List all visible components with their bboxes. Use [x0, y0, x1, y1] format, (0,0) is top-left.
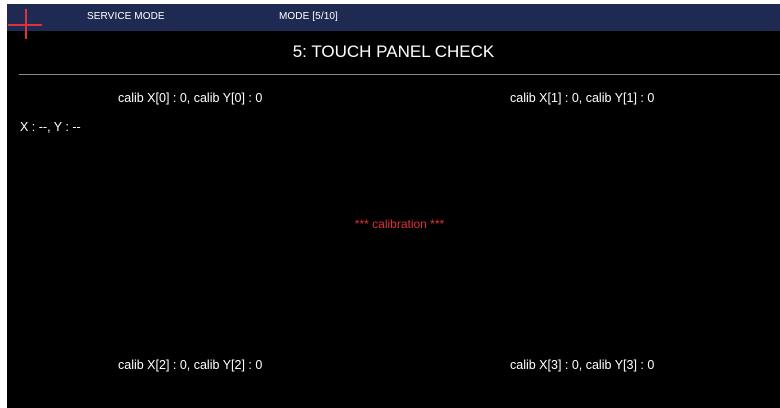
- calib-point-2-readout: calib X[2] : 0, calib Y[2] : 0: [118, 358, 263, 372]
- calibration-status: *** calibration ***: [354, 217, 445, 231]
- title-divider: [19, 74, 780, 75]
- touch-coordinate-readout: X : --, Y : --: [20, 120, 81, 134]
- top-status-bar: SERVICE MODE MODE [5/10]: [7, 4, 780, 31]
- page-title: 5: TOUCH PANEL CHECK: [292, 42, 495, 61]
- crosshair-icon: [8, 7, 42, 41]
- mode-indicator: MODE [5/10]: [279, 11, 338, 22]
- touch-panel-screen[interactable]: SERVICE MODE MODE [5/10] 5: TOUCH PANEL …: [7, 4, 780, 408]
- calib-point-1-readout: calib X[1] : 0, calib Y[1] : 0: [510, 91, 655, 105]
- calib-point-0-readout: calib X[0] : 0, calib Y[0] : 0: [118, 91, 263, 105]
- service-mode-label: SERVICE MODE: [87, 11, 165, 22]
- calib-point-3-readout: calib X[3] : 0, calib Y[3] : 0: [510, 358, 655, 372]
